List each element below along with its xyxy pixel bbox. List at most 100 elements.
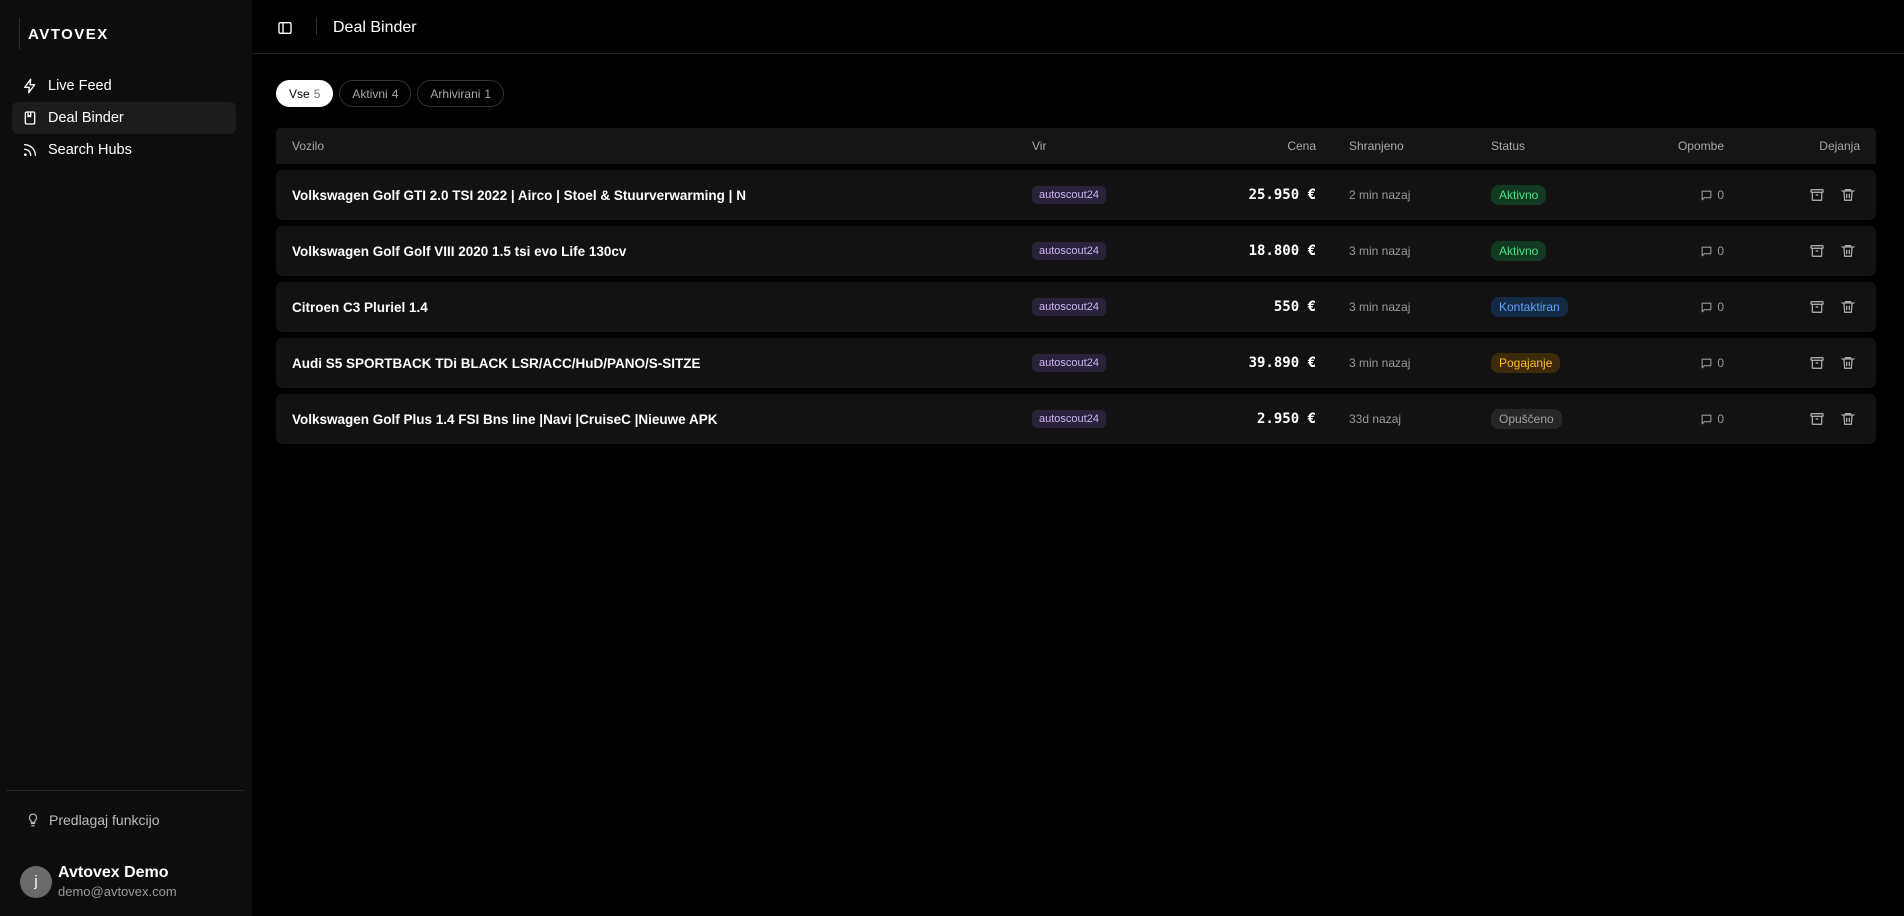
suggest-feature-link[interactable]: Predlagaj funkcijo — [26, 812, 160, 828]
tab-label: Aktivni — [352, 86, 388, 101]
price: 2.950 € — [1256, 411, 1316, 427]
source-badge: autoscout24 — [1032, 186, 1106, 204]
trash-icon[interactable] — [1840, 299, 1856, 315]
table-body: Volkswagen Golf GTI 2.0 TSI 2022 | Airco… — [276, 170, 1876, 444]
notes-count: 0 — [1717, 188, 1724, 202]
source-badge: autoscout24 — [1032, 242, 1106, 260]
tab-all[interactable]: Vse 5 — [276, 80, 334, 107]
trash-icon[interactable] — [1840, 187, 1856, 203]
lightbulb-icon — [28, 813, 38, 827]
notes-count: 0 — [1717, 412, 1724, 426]
user-email: demo@avtovex.com — [58, 884, 177, 899]
vehicle-title[interactable]: Volkswagen Golf Plus 1.4 FSI Bns line |N… — [292, 394, 717, 444]
table-row[interactable]: Audi S5 SPORTBACK TDi BLACK LSR/ACC/HuD/… — [276, 338, 1876, 388]
sidebar-item-deal-binder[interactable]: Deal Binder — [12, 102, 236, 134]
price: 39.890 € — [1248, 355, 1316, 371]
notes-button[interactable]: 0 — [1700, 338, 1724, 388]
archive-icon[interactable] — [1809, 355, 1825, 371]
sidebar-divider — [6, 790, 244, 791]
column-header-actions: Dejanja — [1819, 139, 1860, 153]
avatar: j — [20, 865, 52, 898]
status-cell: Opuščeno — [1491, 394, 1562, 444]
notes-count: 0 — [1717, 356, 1724, 370]
trash-icon[interactable] — [1840, 355, 1856, 371]
price: 18.800 € — [1248, 243, 1316, 259]
status-badge[interactable]: Pogajanje — [1491, 353, 1561, 373]
saved-time: 3 min nazaj — [1349, 244, 1411, 258]
tab-label: Vse — [289, 86, 310, 101]
notes-count: 0 — [1717, 300, 1724, 314]
price: 550 € — [1273, 299, 1316, 315]
archive-icon[interactable] — [1809, 299, 1825, 315]
logo-divider — [19, 18, 20, 50]
comment-icon — [1701, 246, 1712, 256]
archive-icon[interactable] — [1809, 187, 1825, 203]
source-cell: autoscout24 — [1032, 338, 1106, 388]
app-logo[interactable]: AVTOVEX — [28, 26, 109, 43]
notes-count: 0 — [1717, 244, 1724, 258]
archive-icon[interactable] — [1809, 411, 1825, 427]
sidebar-item-label: Search Hubs — [48, 142, 132, 158]
notes-button[interactable]: 0 — [1700, 282, 1724, 332]
column-header-source[interactable]: Vir — [1032, 139, 1046, 153]
status-badge[interactable]: Kontaktiran — [1491, 297, 1568, 317]
filter-tabs: Vse 5 Aktivni 4 Arhivirani 1 — [276, 80, 510, 107]
sidebar-item-search-hubs[interactable]: Search Hubs — [12, 134, 236, 166]
comment-icon — [1701, 190, 1712, 200]
source-cell: autoscout24 — [1032, 226, 1106, 276]
status-badge[interactable]: Aktivno — [1491, 241, 1547, 261]
sidebar: AVTOVEX Live Feed Deal Binder Search Hub… — [0, 0, 252, 916]
table-row[interactable]: Volkswagen Golf Plus 1.4 FSI Bns line |N… — [276, 394, 1876, 444]
topbar-divider — [316, 17, 317, 35]
notes-button[interactable]: 0 — [1700, 170, 1724, 220]
column-header-vehicle[interactable]: Vozilo — [292, 139, 324, 153]
tab-count: 4 — [391, 86, 399, 101]
user-name: Avtovex Demo — [58, 864, 169, 881]
vehicle-title[interactable]: Citroen C3 Pluriel 1.4 — [292, 282, 428, 332]
suggest-feature-label: Predlagaj funkcijo — [49, 812, 160, 828]
saved-time: 3 min nazaj — [1349, 356, 1411, 370]
source-cell: autoscout24 — [1032, 394, 1106, 444]
column-header-status[interactable]: Status — [1491, 139, 1525, 153]
topbar: Deal Binder — [252, 0, 1904, 54]
archive-icon[interactable] — [1809, 243, 1825, 259]
trash-icon[interactable] — [1840, 411, 1856, 427]
comment-icon — [1701, 358, 1712, 368]
saved-time: 2 min nazaj — [1349, 188, 1411, 202]
table-row[interactable]: Volkswagen Golf Golf VIII 2020 1.5 tsi e… — [276, 226, 1876, 276]
status-cell: Kontaktiran — [1491, 282, 1568, 332]
table-row[interactable]: Citroen C3 Pluriel 1.4 autoscout24 550 €… — [276, 282, 1876, 332]
tab-count: 1 — [484, 86, 492, 101]
notes-button[interactable]: 0 — [1700, 226, 1724, 276]
row-actions — [1794, 394, 1856, 444]
page-title: Deal Binder — [333, 19, 417, 36]
vehicle-title[interactable]: Volkswagen Golf GTI 2.0 TSI 2022 | Airco… — [292, 170, 746, 220]
column-header-notes: Opombe — [1677, 139, 1724, 153]
column-header-price[interactable]: Cena — [1287, 139, 1316, 153]
row-actions — [1794, 338, 1856, 388]
status-badge[interactable]: Aktivno — [1491, 185, 1547, 205]
user-profile[interactable]: j Avtovex Demo demo@avtovex.com — [20, 864, 177, 899]
sidebar-toggle-icon[interactable] — [277, 20, 293, 36]
deals-table: Vozilo Vir Cena Shranjeno Status Opombe … — [276, 128, 1876, 444]
vehicle-title[interactable]: Volkswagen Golf Golf VIII 2020 1.5 tsi e… — [292, 226, 626, 276]
status-badge[interactable]: Opuščeno — [1491, 409, 1562, 429]
vehicle-title[interactable]: Audi S5 SPORTBACK TDi BLACK LSR/ACC/HuD/… — [292, 338, 701, 388]
app-root: AVTOVEX Live Feed Deal Binder Search Hub… — [0, 0, 1904, 916]
tab-count: 5 — [313, 86, 321, 101]
tab-archived[interactable]: Arhivirani 1 — [417, 80, 505, 107]
tab-active[interactable]: Aktivni 4 — [339, 80, 412, 107]
comment-icon — [1701, 302, 1712, 312]
status-cell: Aktivno — [1491, 170, 1547, 220]
table-header: Vozilo Vir Cena Shranjeno Status Opombe … — [276, 128, 1876, 164]
notes-button[interactable]: 0 — [1700, 394, 1724, 444]
sidebar-item-live-feed[interactable]: Live Feed — [12, 70, 236, 102]
main-content: Deal Binder Vse 5 Aktivni 4 Arhivirani 1… — [252, 0, 1904, 916]
source-cell: autoscout24 — [1032, 170, 1106, 220]
saved-time: 33d nazaj — [1349, 412, 1402, 426]
lightning-icon — [24, 78, 36, 94]
comment-icon — [1701, 414, 1712, 424]
column-header-saved[interactable]: Shranjeno — [1349, 139, 1404, 153]
trash-icon[interactable] — [1840, 243, 1856, 259]
table-row[interactable]: Volkswagen Golf GTI 2.0 TSI 2022 | Airco… — [276, 170, 1876, 220]
